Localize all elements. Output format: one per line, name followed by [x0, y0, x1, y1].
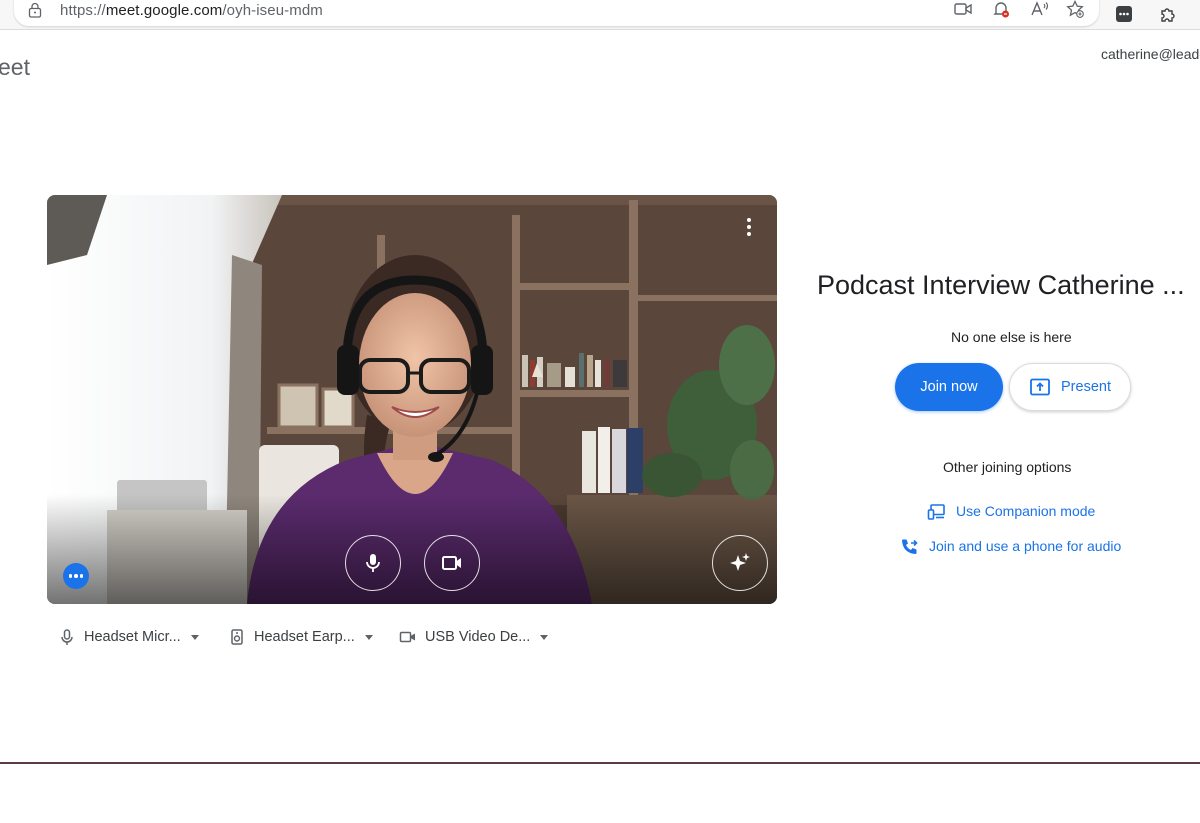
more-horiz-icon[interactable]: [63, 563, 89, 589]
present-to-all-icon: [1030, 378, 1050, 396]
camera-select-label: USB Video De...: [425, 629, 531, 645]
join-now-button[interactable]: Join now: [895, 363, 1003, 411]
camera-preview: [47, 195, 777, 604]
account-email[interactable]: catherine@leade: [1101, 46, 1200, 62]
visual-effects-button[interactable]: [712, 535, 768, 591]
phone-audio-label: Join and use a phone for audio: [929, 538, 1122, 554]
address-bar[interactable]: https://meet.google.com/oyh-iseu-mdm: [14, 0, 1099, 26]
browser-toolbar: https://meet.google.com/oyh-iseu-mdm: [0, 0, 1200, 30]
chevron-down-icon: [190, 634, 199, 640]
camera-toggle-button[interactable]: [424, 535, 480, 591]
read-aloud-icon[interactable]: [1028, 0, 1050, 20]
microphone-select[interactable]: Headset Micr...: [58, 626, 199, 648]
chevron-down-icon: [364, 634, 373, 640]
favorite-add-icon[interactable]: [1064, 0, 1086, 20]
microphone-icon: [366, 554, 380, 572]
present-button-label: Present: [1061, 379, 1111, 395]
chevron-down-icon: [540, 634, 549, 640]
camera-select[interactable]: USB Video De...: [399, 626, 549, 648]
speaker-select[interactable]: Headset Earp...: [228, 626, 373, 648]
lock-icon: [28, 2, 42, 18]
url-path: /oyh-iseu-mdm: [222, 2, 323, 19]
puzzle-extensions-icon[interactable]: [1157, 3, 1179, 25]
camera-icon[interactable]: [952, 0, 974, 20]
preview-shade: [47, 494, 777, 604]
more-vert-icon[interactable]: [737, 215, 761, 239]
microphone-toggle-button[interactable]: [345, 535, 401, 591]
companion-mode-label: Use Companion mode: [956, 503, 1096, 519]
speaker-select-label: Headset Earp...: [254, 629, 355, 645]
sparkle-effects-icon: [730, 553, 750, 571]
speaker-icon: [231, 629, 243, 645]
other-options-heading: Other joining options: [943, 459, 1072, 475]
videocam-icon: [399, 631, 415, 643]
companion-devices-icon: [927, 503, 945, 520]
participants-status: No one else is here: [951, 329, 1072, 345]
microphone-icon: [61, 629, 73, 645]
microphone-select-label: Headset Micr...: [84, 629, 181, 645]
url-prefix: https://: [60, 2, 106, 19]
product-name: eet: [0, 54, 30, 80]
videocam-icon: [442, 556, 461, 570]
url-host: meet.google.com: [105, 2, 223, 19]
notification-blocked-icon[interactable]: [990, 0, 1012, 20]
phone-audio-link[interactable]: Join and use a phone for audio: [900, 536, 1121, 556]
companion-mode-link[interactable]: Use Companion mode: [927, 501, 1095, 521]
present-button[interactable]: Present: [1009, 363, 1131, 411]
phone-forwarded-icon: [902, 539, 918, 554]
extension-menu-icon[interactable]: [1113, 3, 1135, 25]
meeting-title: Podcast Interview Catherine ...: [817, 270, 1185, 300]
page-divider: [0, 762, 1200, 764]
url-text[interactable]: https://meet.google.com/oyh-iseu-mdm: [60, 2, 323, 19]
